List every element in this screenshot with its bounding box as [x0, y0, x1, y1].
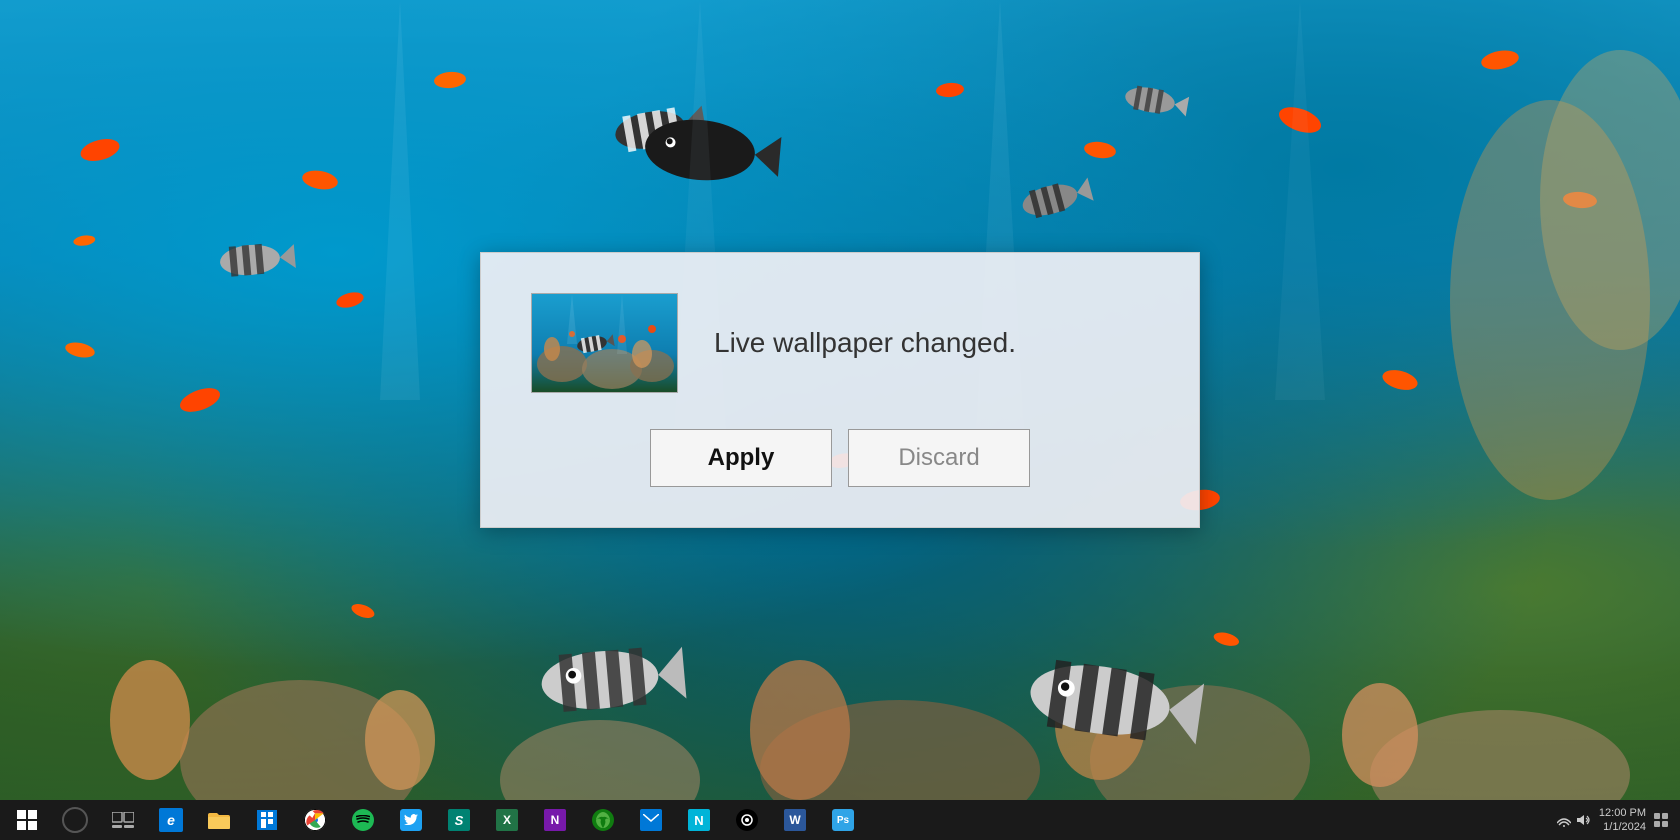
sonos-icon	[736, 809, 758, 831]
clock-display[interactable]: 12:00 PM 1/1/2024	[1599, 806, 1646, 835]
folder-button[interactable]	[196, 800, 242, 840]
task-view-button[interactable]	[100, 800, 146, 840]
onenote-button[interactable]: N	[532, 800, 578, 840]
sway-button[interactable]: S	[436, 800, 482, 840]
cortana-icon	[62, 807, 88, 833]
xbox-icon	[591, 808, 615, 832]
apply-button[interactable]: Apply	[650, 429, 832, 487]
edge-button[interactable]: e	[148, 800, 194, 840]
chrome-icon	[303, 808, 327, 832]
start-button[interactable]	[4, 800, 50, 840]
note-icon: N	[688, 809, 710, 831]
dialog-buttons-area: Apply Discard	[531, 429, 1149, 487]
store-icon	[255, 808, 279, 832]
discard-button[interactable]: Discard	[848, 429, 1030, 487]
thumbnail-image	[532, 294, 677, 392]
mail-icon	[640, 809, 662, 831]
taskbar-right-area: 12:00 PM 1/1/2024	[1557, 806, 1676, 835]
network-icon	[1557, 813, 1571, 827]
store-button[interactable]	[244, 800, 290, 840]
date-text: 1/1/2024	[1599, 820, 1646, 834]
twitter-icon	[400, 809, 422, 831]
word-icon: W	[784, 809, 806, 831]
sonos-button[interactable]	[724, 800, 770, 840]
volume-icon	[1577, 813, 1591, 827]
ps-button[interactable]: Ps	[820, 800, 866, 840]
mail-button[interactable]	[628, 800, 674, 840]
excel-icon: X	[496, 809, 518, 831]
wallpaper-thumbnail	[531, 293, 678, 393]
dialog-overlay: Live wallpaper changed. Apply Discard	[0, 0, 1680, 840]
ps-icon: Ps	[832, 809, 854, 831]
action-center-icon[interactable]	[1654, 813, 1668, 827]
excel-button[interactable]: X	[484, 800, 530, 840]
onenote-icon: N	[544, 809, 566, 831]
note-button[interactable]: N	[676, 800, 722, 840]
folder-icon	[207, 808, 231, 832]
edge-icon: e	[159, 808, 183, 832]
dialog-message-text: Live wallpaper changed.	[714, 327, 1016, 359]
xbox-button[interactable]	[580, 800, 626, 840]
twitter-button[interactable]	[388, 800, 434, 840]
word-button[interactable]: W	[772, 800, 818, 840]
taskbar: e	[0, 800, 1680, 840]
wallpaper-changed-dialog: Live wallpaper changed. Apply Discard	[480, 252, 1200, 528]
sway-icon: S	[448, 809, 470, 831]
time-text: 12:00 PM	[1599, 806, 1646, 820]
spotify-icon	[352, 809, 374, 831]
chrome-button[interactable]	[292, 800, 338, 840]
cortana-button[interactable]	[52, 800, 98, 840]
spotify-button[interactable]	[340, 800, 386, 840]
dialog-content-area: Live wallpaper changed.	[531, 293, 1149, 393]
